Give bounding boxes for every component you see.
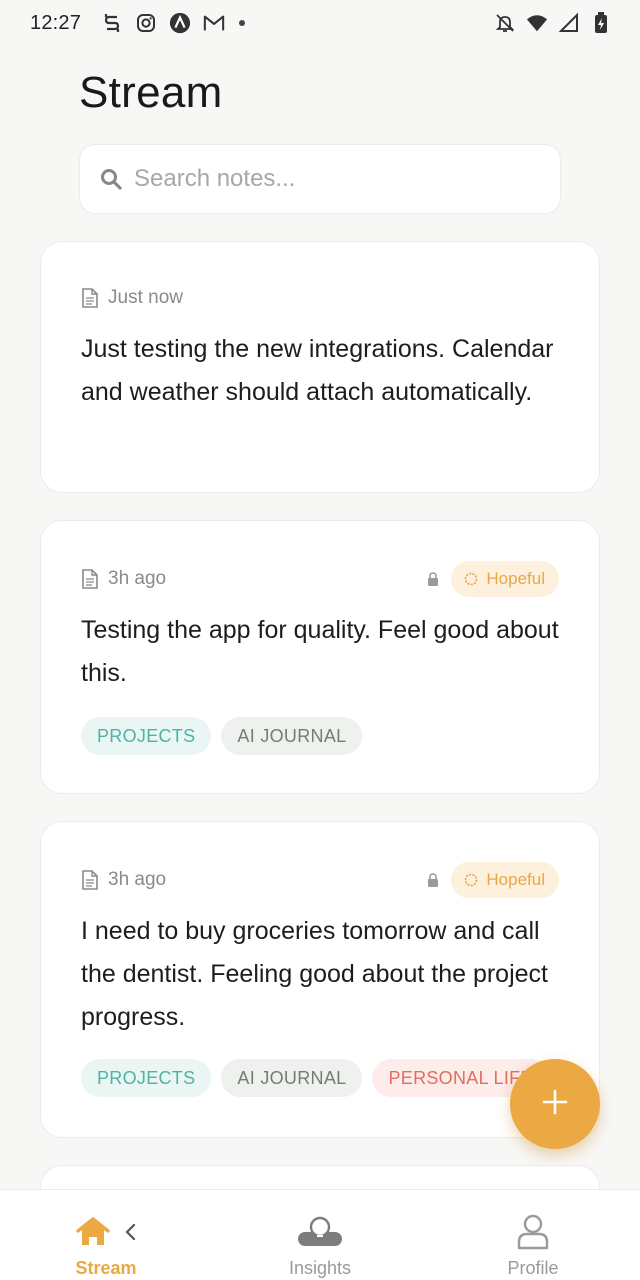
nav-item-stream[interactable]: Stream (26, 1190, 186, 1280)
nav-icon-wrap (76, 1216, 136, 1252)
s-app-icon (101, 12, 123, 34)
home-icon (76, 1216, 110, 1252)
do-not-disturb-icon (494, 12, 516, 34)
note-meta-right: Hopeful (427, 561, 559, 597)
search-icon (100, 168, 122, 190)
document-icon (81, 870, 99, 890)
note-text: I need to buy groceries tomorrow and cal… (81, 917, 548, 1031)
note-meta: 3h ago Hopeful (81, 561, 559, 597)
note-timestamp: 3h ago (108, 869, 167, 890)
nav-item-insights[interactable]: Insights (240, 1190, 400, 1280)
person-icon (516, 1214, 550, 1255)
nav-label-profile: Profile (507, 1258, 559, 1278)
note-meta: 3h ago Hopeful (81, 862, 559, 898)
sun-icon (463, 571, 479, 587)
nav-icon-wrap (516, 1214, 550, 1255)
nav-icon-wrap (296, 1216, 344, 1252)
lightbulb-icon (296, 1214, 344, 1255)
lock-icon (427, 873, 439, 887)
status-right-icons (494, 12, 612, 34)
status-left-icons (101, 12, 246, 34)
tag-projects[interactable]: PROJECTS (81, 717, 212, 755)
bottom-navigation: Stream Insights Profile (0, 1189, 640, 1280)
document-icon (81, 288, 99, 308)
status-bar: 12:27 (0, 0, 640, 46)
status-time: 12:27 (30, 11, 82, 34)
note-timestamp: 3h ago (108, 568, 167, 589)
lock-icon (427, 572, 439, 586)
document-icon (81, 569, 99, 589)
signal-icon (558, 12, 580, 34)
note-tags: PROJECTS AI JOURNAL (81, 717, 559, 755)
battery-charging-icon (590, 12, 612, 34)
search-bar[interactable] (79, 144, 561, 214)
plus-icon (542, 1089, 568, 1120)
nav-item-profile[interactable]: Profile (453, 1190, 613, 1280)
notification-dot (239, 20, 246, 26)
mood-badge: Hopeful (451, 862, 559, 898)
mood-badge: Hopeful (451, 561, 559, 597)
page-title: Stream (79, 68, 223, 117)
instagram-icon (135, 12, 157, 34)
tag-ai-journal[interactable]: AI JOURNAL (221, 1059, 363, 1097)
note-card[interactable]: Just now Just testing the new integratio… (40, 241, 600, 493)
note-meta-right: Hopeful (427, 862, 559, 898)
wifi-icon (526, 12, 548, 34)
tag-ai-journal[interactable]: AI JOURNAL (221, 717, 363, 755)
note-text: Just testing the new integrations. Calen… (81, 335, 554, 406)
arc-app-icon (169, 12, 191, 34)
nav-label-insights: Insights (288, 1258, 352, 1278)
add-note-button[interactable] (510, 1059, 600, 1149)
chevron-left-icon (124, 1222, 136, 1247)
note-card[interactable]: 3h ago Hopeful Testing the app for quali… (40, 520, 600, 794)
search-input[interactable] (134, 165, 534, 193)
mood-label: Hopeful (486, 569, 545, 588)
mood-label: Hopeful (486, 870, 545, 889)
tag-projects[interactable]: PROJECTS (81, 1059, 212, 1097)
note-timestamp: Just now (108, 287, 183, 308)
note-meta: Just now (81, 280, 559, 316)
gmail-icon (203, 12, 225, 34)
nav-label-stream: Stream (75, 1258, 137, 1278)
note-tags: PROJECTS AI JOURNAL PERSONAL LIFE (81, 1059, 559, 1097)
sun-icon (463, 872, 479, 888)
note-text: Testing the app for quality. Feel good a… (81, 616, 559, 687)
